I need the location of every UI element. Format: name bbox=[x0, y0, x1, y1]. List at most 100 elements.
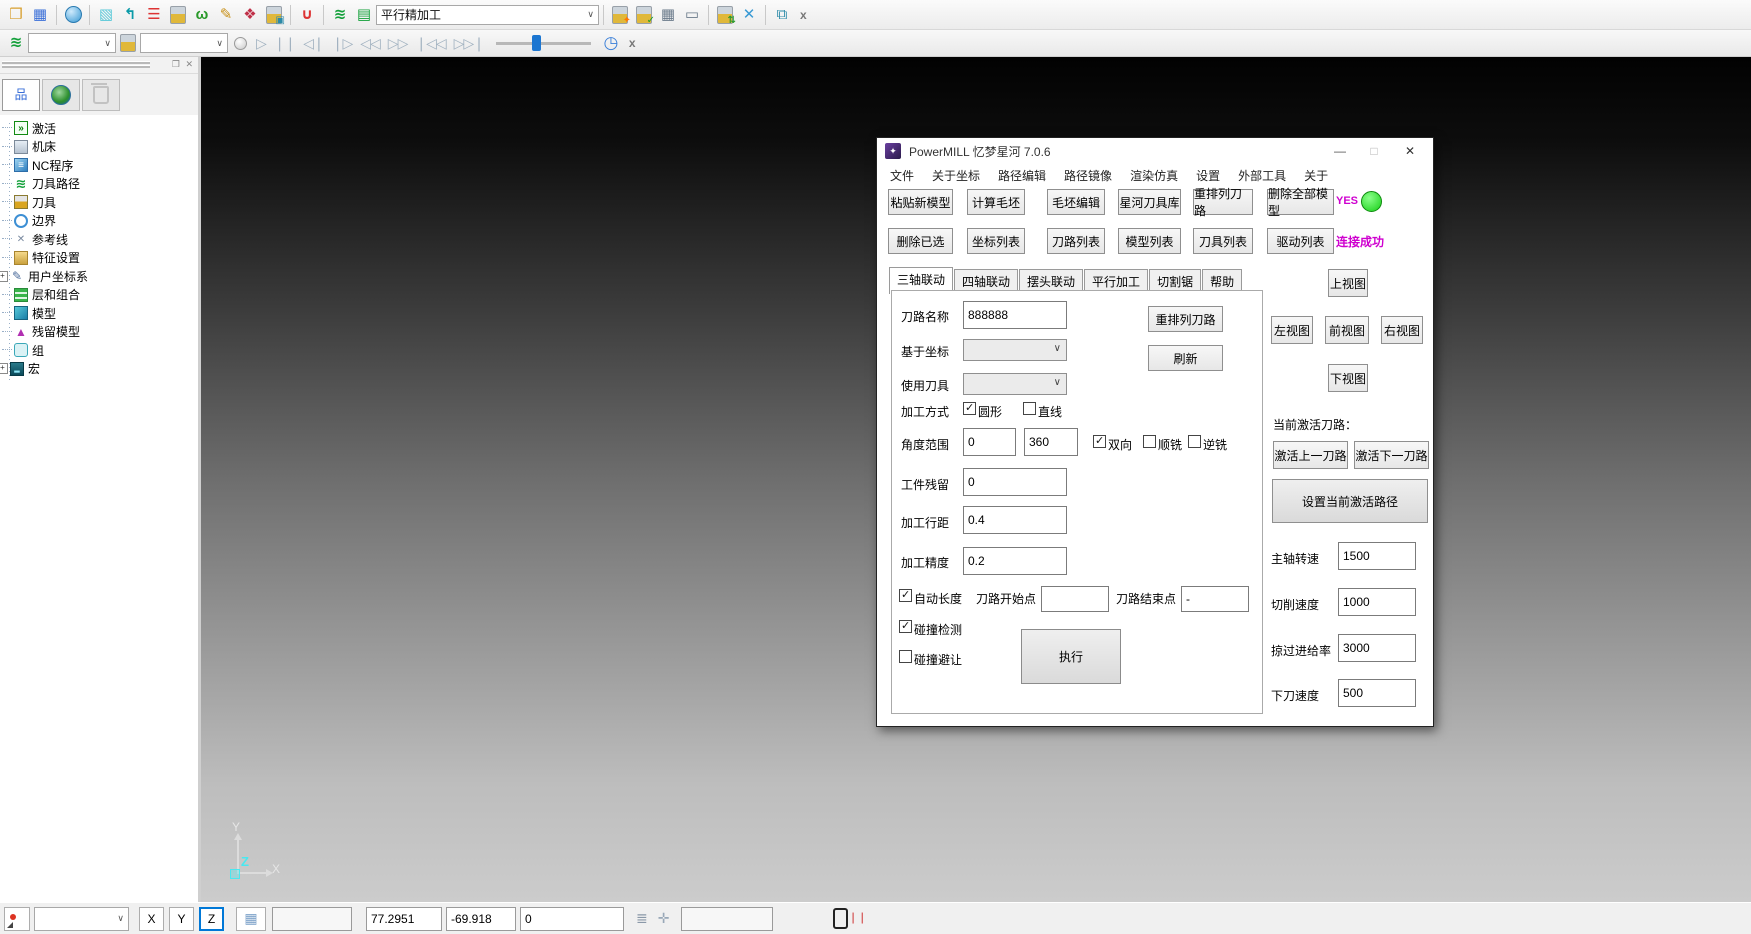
tree-item-stock-models[interactable]: ▲残留模型 bbox=[0, 323, 198, 342]
angle-to-input[interactable] bbox=[1024, 428, 1078, 456]
climb-checkbox[interactable] bbox=[1143, 435, 1156, 448]
dock-grip[interactable]: ❐ ✕ bbox=[0, 57, 198, 74]
cross-arrows-icon[interactable]: ✕ bbox=[738, 4, 760, 26]
phone-pause-icon[interactable] bbox=[833, 908, 848, 929]
models-icon[interactable]: ⧉ bbox=[771, 4, 793, 26]
tool-icon[interactable] bbox=[167, 4, 189, 26]
tree-item-machine[interactable]: 机床 bbox=[0, 138, 198, 157]
sim-toolpath-dropdown[interactable]: ∨ bbox=[28, 33, 116, 53]
open-project-icon[interactable]: ❒ bbox=[5, 4, 27, 26]
spindle-speed-input[interactable] bbox=[1338, 542, 1416, 570]
tree-item-feature-sets[interactable]: 特征设置 bbox=[0, 249, 198, 268]
tab-trash-view[interactable] bbox=[82, 79, 120, 111]
end-point-input[interactable] bbox=[1181, 586, 1249, 612]
tool-list-button[interactable]: 刀具列表 bbox=[1193, 228, 1253, 254]
tool-pair-icon[interactable]: ⇅ bbox=[714, 4, 736, 26]
tree-item-models[interactable]: 模型 bbox=[0, 304, 198, 323]
activate-prev-button[interactable]: 激活上一刀路 bbox=[1273, 441, 1348, 469]
menu-path-edit[interactable]: 路径编辑 bbox=[989, 167, 1055, 184]
axis-x-button[interactable]: X bbox=[139, 907, 164, 931]
menu-about-coords[interactable]: 关于坐标 bbox=[923, 167, 989, 184]
coord-z-input[interactable] bbox=[520, 907, 624, 931]
lightbulb-icon[interactable] bbox=[229, 32, 251, 54]
delete-all-models-button[interactable]: 删除全部模型 bbox=[1267, 189, 1334, 215]
picked-point-button[interactable] bbox=[4, 907, 30, 931]
tree-item-tools[interactable]: 刀具 bbox=[0, 193, 198, 212]
block-icon[interactable]: ▧ bbox=[95, 4, 117, 26]
toolpath-list-button[interactable]: 刀路列表 bbox=[1047, 228, 1105, 254]
curve-editor-icon[interactable]: ✎ bbox=[215, 4, 237, 26]
refresh-button[interactable]: 刷新 bbox=[1148, 345, 1223, 371]
view-top-button[interactable]: 上视图 bbox=[1328, 269, 1368, 297]
grid-size-input[interactable] bbox=[272, 907, 352, 931]
close-toolbar-icon[interactable]: x bbox=[800, 8, 807, 22]
step-back-button[interactable]: ◁❘ bbox=[303, 35, 324, 52]
speed-slider[interactable] bbox=[496, 34, 591, 52]
collision-avoid-checkbox[interactable] bbox=[899, 650, 912, 663]
close-toolbar-icon[interactable]: x bbox=[629, 36, 636, 50]
axis-y-button[interactable]: Y bbox=[169, 907, 194, 931]
rearrange-toolpaths-button[interactable]: 重排列刀路 bbox=[1193, 189, 1253, 215]
holder-icon[interactable]: ∪ bbox=[296, 4, 318, 26]
axis-z-button[interactable]: Z bbox=[199, 907, 224, 931]
stepover-input[interactable] bbox=[963, 506, 1067, 534]
delete-selected-button[interactable]: 删除已选 bbox=[888, 228, 953, 254]
toolpath-list-icon[interactable]: ▤ bbox=[353, 4, 375, 26]
view-right-button[interactable]: 右视图 bbox=[1381, 316, 1423, 344]
coord-y-input[interactable] bbox=[446, 907, 516, 931]
toolpath-icon[interactable]: ≋ bbox=[329, 4, 351, 26]
sim-tool-dropdown[interactable]: ∨ bbox=[140, 33, 228, 53]
tree-item-patterns[interactable]: ✕参考线 bbox=[0, 230, 198, 249]
move-cursor-icon[interactable]: ✛ bbox=[658, 910, 670, 927]
set-active-path-button[interactable]: 设置当前激活路径 bbox=[1272, 479, 1428, 523]
menu-render-sim[interactable]: 渲染仿真 bbox=[1121, 167, 1187, 184]
cutting-feed-input[interactable] bbox=[1338, 588, 1416, 616]
pause-button[interactable]: ❘❘ bbox=[274, 35, 295, 52]
tree-item-activate[interactable]: »激活 bbox=[0, 119, 198, 138]
bidirectional-checkbox[interactable] bbox=[1093, 435, 1106, 448]
tree-item-boundaries[interactable]: 边界 bbox=[0, 212, 198, 231]
menu-file[interactable]: 文件 bbox=[881, 167, 923, 184]
tool-block-icon[interactable]: ▣ bbox=[263, 4, 285, 26]
ruler-icon[interactable]: ▭ bbox=[681, 4, 703, 26]
toolpath-name-input[interactable] bbox=[963, 301, 1067, 329]
slider-handle[interactable] bbox=[532, 35, 541, 51]
tree-item-toolpaths[interactable]: ≋刀具路径 bbox=[0, 175, 198, 194]
tree-item-nc-programs[interactable]: ≡NC程序 bbox=[0, 156, 198, 175]
calculator-icon[interactable]: ▦ bbox=[657, 4, 679, 26]
pattern-points-icon[interactable]: ❖ bbox=[239, 4, 261, 26]
menu-about[interactable]: 关于 bbox=[1295, 167, 1337, 184]
step-forward-button[interactable]: ❘▷ bbox=[332, 35, 353, 52]
stock-input[interactable] bbox=[963, 468, 1067, 496]
collision-detect-checkbox[interactable] bbox=[899, 620, 912, 633]
tolerance-input[interactable] bbox=[963, 547, 1067, 575]
feeds-and-speeds-icon[interactable]: ☰ bbox=[143, 4, 165, 26]
menu-path-mirror[interactable]: 路径镜像 bbox=[1055, 167, 1121, 184]
tree-item-groups[interactable]: 组 bbox=[0, 341, 198, 360]
coord-dropdown[interactable] bbox=[963, 339, 1067, 361]
tool-dropdown[interactable] bbox=[963, 373, 1067, 395]
block-edit-button[interactable]: 毛坯编辑 bbox=[1047, 189, 1105, 215]
tool-check-icon[interactable]: ✓ bbox=[633, 4, 655, 26]
machining-strategy-dropdown[interactable]: 平行精加工 ∨ bbox=[376, 5, 599, 25]
clock-icon[interactable]: ◷ bbox=[600, 32, 622, 54]
item-list-icon[interactable]: ≣ bbox=[636, 910, 648, 927]
close-panel-icon[interactable]: ✕ bbox=[185, 59, 193, 70]
auto-length-checkbox[interactable] bbox=[899, 589, 912, 602]
fast-forward-button[interactable]: ▷▷ bbox=[388, 35, 408, 52]
tree-item-macros[interactable]: +▂宏 bbox=[0, 360, 198, 379]
expand-icon[interactable]: + bbox=[0, 363, 8, 374]
execute-button[interactable]: 执行 bbox=[1021, 629, 1121, 684]
coord-x-input[interactable] bbox=[366, 907, 442, 931]
menu-external-tools[interactable]: 外部工具 bbox=[1229, 167, 1295, 184]
float-panel-icon[interactable]: ❐ bbox=[172, 59, 180, 70]
minimize-button[interactable]: — bbox=[1323, 138, 1357, 164]
rewind-button[interactable]: ◁◁ bbox=[360, 35, 380, 52]
tool-library-button[interactable]: 星河刀具库 bbox=[1118, 189, 1181, 215]
play-button[interactable]: ▷ bbox=[256, 35, 266, 52]
activate-next-button[interactable]: 激活下一刀路 bbox=[1354, 441, 1429, 469]
rearrange-button[interactable]: 重排列刀路 bbox=[1148, 306, 1223, 332]
tree-item-workplanes[interactable]: +✎用户坐标系 bbox=[0, 267, 198, 286]
coord-list-button[interactable]: 坐标列表 bbox=[967, 228, 1025, 254]
view-left-button[interactable]: 左视图 bbox=[1271, 316, 1313, 344]
